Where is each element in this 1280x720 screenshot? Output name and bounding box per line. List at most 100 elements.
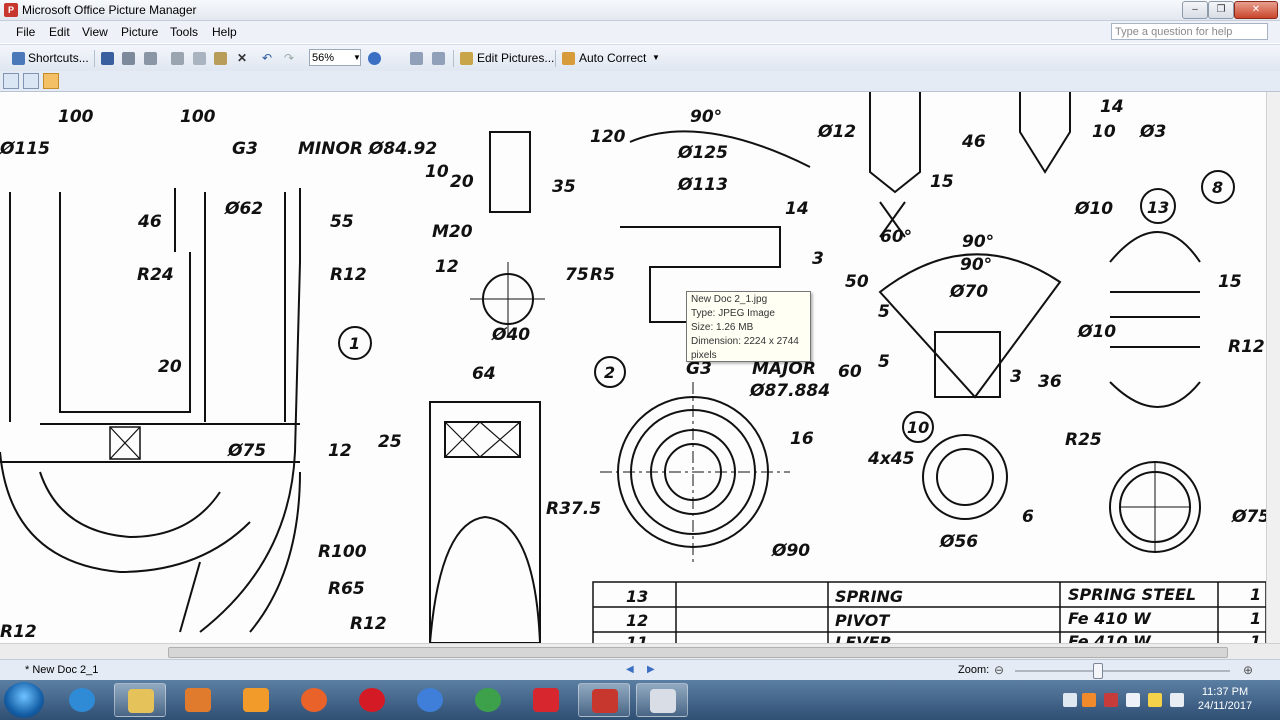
- dim-r100: R100: [318, 542, 367, 562]
- toolbar-options-icon[interactable]: ▼: [652, 50, 660, 66]
- dim-g3: G3: [232, 139, 258, 159]
- volume-icon[interactable]: [1170, 693, 1184, 707]
- dim-70: Ø70: [949, 282, 988, 302]
- chevron-down-icon[interactable]: ▼: [353, 50, 361, 66]
- dim-m20: M20: [432, 222, 473, 242]
- tray-security-icon[interactable]: [1104, 693, 1118, 707]
- save-icon[interactable]: [101, 52, 114, 65]
- dim-40: Ø40: [491, 325, 530, 345]
- tooltip-size: Size: 1.26 MB: [691, 322, 754, 333]
- chrome-icon[interactable]: [462, 683, 514, 717]
- dim-46: 46: [137, 212, 162, 232]
- dim-r65: R65: [328, 579, 365, 599]
- part-callout-2: 2: [604, 363, 615, 382]
- zoom-slider-thumb[interactable]: [1092, 663, 1103, 679]
- dim-r12: R12: [330, 265, 367, 285]
- toolbar-divider: [555, 50, 556, 67]
- picture-manager-icon[interactable]: [578, 683, 630, 717]
- minimize-button[interactable]: –: [1182, 1, 1208, 19]
- system-clock[interactable]: 11:37 PM 24/11/2017: [1195, 685, 1255, 713]
- opera-icon[interactable]: [346, 683, 398, 717]
- zoom-in-icon[interactable]: ⊕: [1243, 663, 1253, 677]
- title-bar: P Microsoft Office Picture Manager – ❐ ✕: [0, 0, 1280, 21]
- dim-10-c: Ø10: [1077, 322, 1116, 342]
- taskbar: 11:37 PM 24/11/2017: [0, 680, 1280, 720]
- paste-icon[interactable]: [214, 52, 227, 65]
- solidworks-icon[interactable]: [520, 683, 572, 717]
- dim-60: 60: [838, 362, 862, 382]
- close-button[interactable]: ✕: [1234, 1, 1278, 19]
- menu-view[interactable]: View: [82, 25, 108, 39]
- dim-56: Ø56: [939, 532, 978, 552]
- folder-window-icon[interactable]: [636, 683, 688, 717]
- single-picture-view-button[interactable]: [43, 73, 59, 89]
- dim-5-b: 5: [878, 352, 890, 372]
- help-search-input[interactable]: Type a question for help: [1111, 23, 1268, 40]
- previous-picture-icon[interactable]: ◀: [626, 664, 634, 675]
- part-callout-1: 1: [349, 334, 360, 353]
- internet-explorer-icon[interactable]: [56, 683, 108, 717]
- table-cell-qty: 1: [1250, 632, 1261, 643]
- rotate-right-icon[interactable]: [432, 52, 445, 65]
- delete-icon[interactable]: ✕: [237, 50, 247, 66]
- dim-12: 12: [328, 441, 352, 461]
- firefox-icon[interactable]: [288, 683, 340, 717]
- tray-overflow-icon[interactable]: [1063, 693, 1077, 707]
- file-explorer-icon[interactable]: [114, 683, 166, 717]
- thumbnail-view-button[interactable]: [3, 73, 19, 89]
- paint-app-icon[interactable]: [230, 683, 282, 717]
- print-icon[interactable]: [122, 52, 135, 65]
- edit-pictures-button[interactable]: Edit Pictures...: [477, 50, 554, 66]
- tray-device-icon[interactable]: [1126, 693, 1140, 707]
- filmstrip-view-button[interactable]: [23, 73, 39, 89]
- rotate-left-icon[interactable]: [410, 52, 423, 65]
- shortcuts-button[interactable]: Shortcuts...: [28, 50, 89, 66]
- dim-3-b: 3: [1010, 367, 1022, 387]
- part-callout-8: 8: [1212, 178, 1223, 197]
- menu-picture[interactable]: Picture: [121, 25, 158, 39]
- dim-75: Ø75: [227, 441, 266, 461]
- cut-icon[interactable]: [171, 52, 184, 65]
- horizontal-scroll-thumb[interactable]: [168, 647, 1228, 658]
- picture-canvas[interactable]: 100 100 Ø115 G3 MINOR Ø84.92 46 Ø62 55 R…: [0, 92, 1266, 643]
- tray-brightness-icon[interactable]: [1148, 693, 1162, 707]
- menu-help[interactable]: Help: [212, 25, 237, 39]
- table-cell-qty: 1: [1250, 609, 1261, 628]
- vertical-scrollbar[interactable]: [1266, 92, 1280, 643]
- dim-46-b: 46: [961, 132, 986, 152]
- picture-manager-app-icon[interactable]: P: [4, 3, 18, 17]
- menu-tools[interactable]: Tools: [170, 25, 198, 39]
- maximize-button[interactable]: ❐: [1208, 1, 1234, 19]
- tray-app-icon[interactable]: [1082, 693, 1096, 707]
- help-icon[interactable]: [368, 52, 381, 65]
- zoom-slider[interactable]: [1015, 670, 1230, 672]
- dim-12-c: Ø12: [817, 122, 856, 142]
- menu-bar: File Edit View Picture Tools Help: [0, 21, 1280, 43]
- redo-icon[interactable]: ↷: [284, 50, 294, 66]
- undo-icon[interactable]: ↶: [262, 50, 272, 66]
- send-icon[interactable]: [144, 52, 157, 65]
- dim-5: 5: [878, 302, 890, 322]
- dim-120: 120: [590, 127, 626, 147]
- tooltip-filename: New Doc 2_1.jpg: [691, 294, 768, 305]
- part-callout-10: 10: [907, 418, 929, 437]
- next-picture-icon[interactable]: ▶: [647, 664, 655, 675]
- media-player-icon[interactable]: [172, 683, 224, 717]
- dim-60deg: 60°: [880, 227, 912, 247]
- dim-20-b: 20: [450, 172, 474, 192]
- dim-6: 6: [1022, 507, 1034, 527]
- dim-62: Ø62: [224, 199, 263, 219]
- menu-edit[interactable]: Edit: [49, 25, 70, 39]
- auto-correct-button[interactable]: Auto Correct: [579, 50, 646, 66]
- dim-125: Ø125: [677, 143, 728, 163]
- table-cell-material: Fe 410 W: [1068, 609, 1152, 628]
- start-menu-icon[interactable]: [4, 682, 44, 718]
- horizontal-scrollbar[interactable]: [0, 643, 1280, 660]
- clock-date: 24/11/2017: [1197, 700, 1253, 712]
- chrome-canary-icon[interactable]: [404, 683, 456, 717]
- zoom-out-icon[interactable]: ⊖: [994, 663, 1004, 677]
- copy-icon[interactable]: [193, 52, 206, 65]
- dim-113: Ø113: [677, 175, 728, 195]
- menu-file[interactable]: File: [16, 25, 35, 39]
- dim-r25: R25: [1065, 430, 1102, 450]
